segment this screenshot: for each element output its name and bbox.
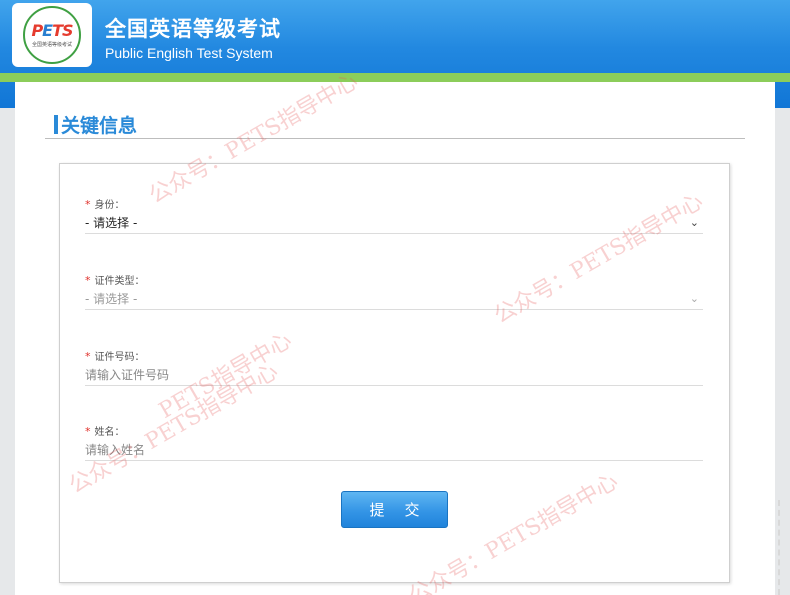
required-mark: * (85, 274, 91, 287)
identity-select-value: - 请选择 - (85, 216, 138, 230)
section-heading: 关键信息 (54, 111, 137, 138)
submit-button[interactable]: 提交 (341, 491, 448, 528)
site-subtitle: Public English Test System (105, 45, 273, 61)
id-number-input[interactable]: 请输入证件号码 (85, 364, 703, 386)
site-title: 全国英语等级考试 (105, 17, 281, 41)
id-type-label: * 证件类型： (85, 274, 145, 287)
id-type-field: * 证件类型： - 请选择 - ⌄ (85, 274, 703, 310)
logo-subtext: 全国英语等级考试 (31, 41, 72, 48)
chevron-down-icon: ⌄ (689, 216, 699, 229)
id-number-field: * 证件号码： 请输入证件号码 (85, 350, 703, 386)
name-input[interactable]: 请输入姓名 (85, 439, 703, 461)
section-divider (45, 138, 745, 139)
chevron-down-icon: ⌄ (689, 292, 699, 305)
logo[interactable]: PETS 全国英语等级考试 (12, 3, 92, 67)
section-title-text: 关键信息 (61, 115, 138, 137)
required-mark: * (85, 350, 91, 363)
identity-field: * 身份： - 请选择 - ⌄ (85, 198, 703, 234)
name-placeholder: 请输入姓名 (85, 443, 146, 457)
identity-label: * 身份： (85, 198, 125, 211)
required-mark: * (85, 198, 91, 211)
id-number-label: * 证件号码： (85, 350, 145, 363)
id-type-select-value: - 请选择 - (85, 292, 138, 306)
id-type-select[interactable]: - 请选择 - ⌄ (85, 288, 703, 310)
logo-text: PETS (31, 20, 73, 40)
edge-divider (778, 500, 781, 595)
section-marker (54, 115, 58, 134)
name-label: * 姓名： (85, 425, 125, 438)
required-mark: * (85, 425, 91, 438)
identity-select[interactable]: - 请选择 - ⌄ (85, 212, 703, 234)
pets-logo-icon: PETS 全国英语等级考试 (23, 6, 81, 64)
header-accent-strip (0, 73, 790, 82)
name-field: * 姓名： 请输入姓名 (85, 425, 703, 461)
id-number-placeholder: 请输入证件号码 (85, 368, 170, 382)
